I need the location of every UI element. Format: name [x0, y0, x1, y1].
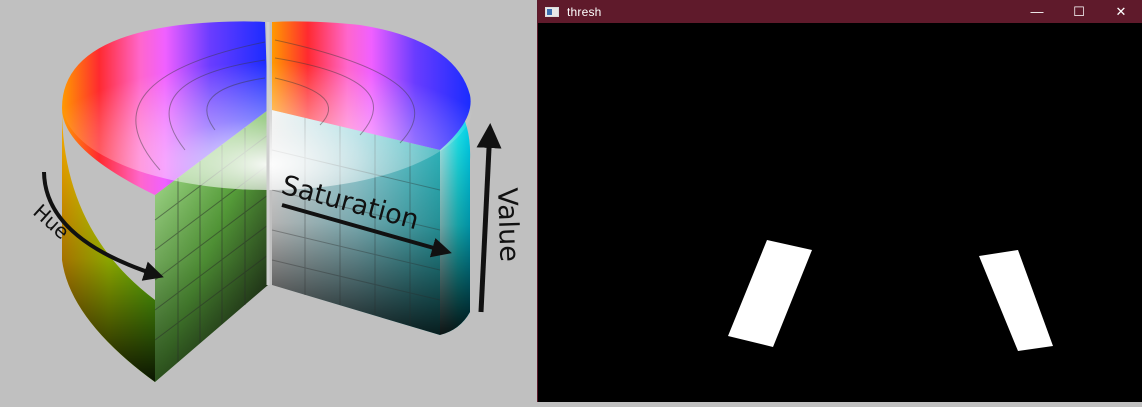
window-title: thresh — [567, 4, 602, 19]
threshold-window[interactable]: thresh — ☐ ✕ — [537, 0, 1142, 402]
maximize-icon: ☐ — [1073, 3, 1085, 19]
white-blob-right — [979, 250, 1053, 351]
window-titlebar[interactable]: thresh — ☐ ✕ — [538, 0, 1142, 23]
white-blob-left — [728, 240, 812, 347]
hsv-cylinder-figure: Hue Saturation Value — [0, 0, 538, 402]
minimize-icon: — — [1030, 4, 1044, 19]
minimize-button[interactable]: — — [1016, 0, 1058, 23]
window-app-icon — [545, 6, 559, 17]
threshold-image-canvas — [538, 23, 1142, 402]
hsv-cylinder-drawing: Hue Saturation Value — [28, 20, 525, 382]
close-button[interactable]: ✕ — [1100, 0, 1142, 23]
value-label: Value — [491, 187, 525, 262]
threshold-mask — [728, 240, 1053, 351]
close-icon: ✕ — [1115, 3, 1127, 19]
maximize-button[interactable]: ☐ — [1058, 0, 1100, 23]
